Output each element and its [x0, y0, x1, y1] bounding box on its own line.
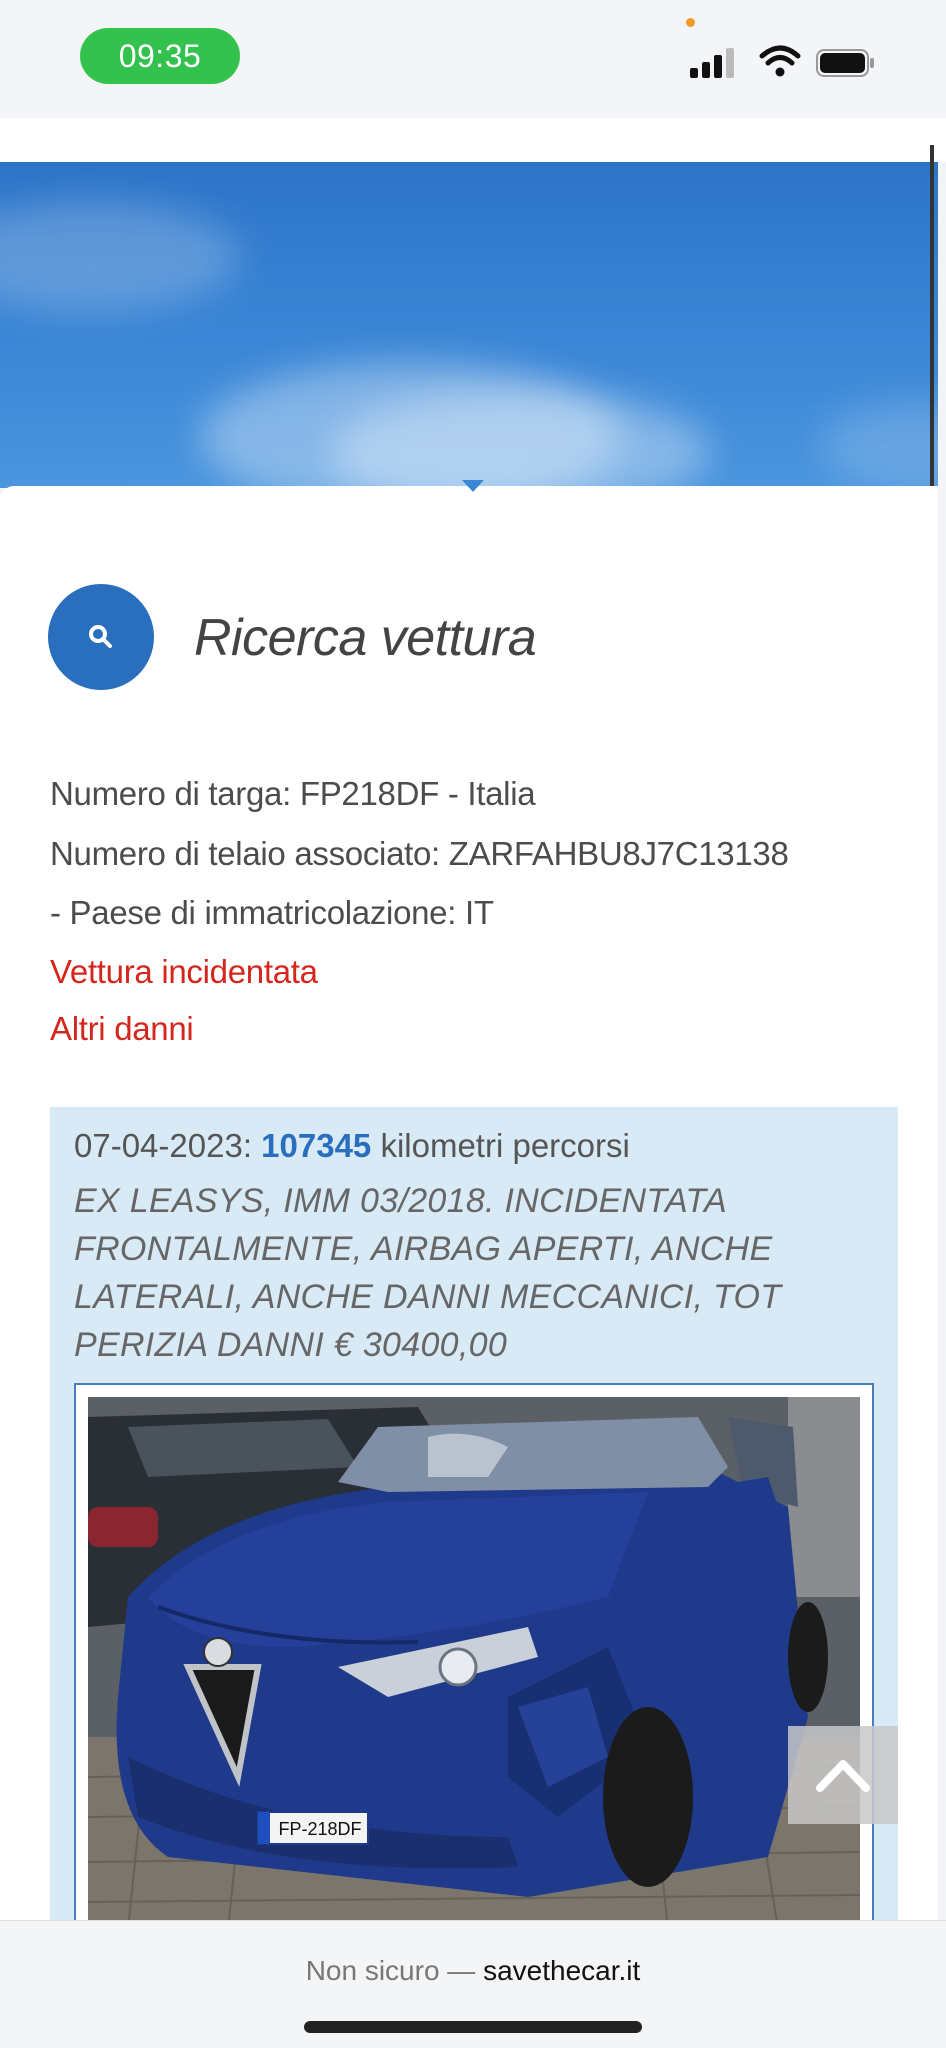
- damage-photo: FP-218DF: [88, 1397, 860, 1929]
- status-bar: 09:35: [0, 0, 946, 118]
- status-time: 09:35: [80, 28, 240, 84]
- record-header: 07-04-2023: 107345 kilometri percorsi: [74, 1127, 630, 1165]
- other-damage-flag: Altri danni: [50, 1010, 194, 1047]
- scrollbar-indicator[interactable]: [930, 145, 934, 490]
- record-km: 107345: [261, 1127, 372, 1164]
- privacy-indicator-dot: [686, 18, 695, 27]
- battery-icon: [816, 49, 874, 77]
- address-text[interactable]: Non sicuro — savethecar.it: [0, 1955, 946, 1987]
- damage-photo-frame[interactable]: FP-218DF: [74, 1383, 874, 1943]
- cellular-signal-icon: [690, 48, 734, 78]
- photo-license-plate: FP-218DF: [278, 1819, 361, 1839]
- hero-banner: [0, 162, 938, 488]
- browser-address-bar[interactable]: Non sicuro — savethecar.it: [0, 1920, 946, 2048]
- insecure-label: Non sicuro: [305, 1955, 440, 1986]
- accident-flag: Vettura incidentata: [50, 953, 318, 990]
- chevron-up-icon: [816, 1760, 870, 1792]
- wifi-icon: [759, 45, 801, 77]
- section-title: Ricerca vettura: [194, 609, 537, 667]
- record-separator: :: [242, 1127, 262, 1164]
- search-icon: [48, 584, 154, 690]
- vin-line: Numero di telaio associato: ZARFAHBU8J7C…: [50, 835, 789, 872]
- record-km-suffix: kilometri percorsi: [371, 1127, 630, 1164]
- site-header-strip: [0, 118, 946, 162]
- home-indicator[interactable]: [304, 2021, 642, 2033]
- plate-number-line: Numero di targa: FP218DF - Italia: [50, 775, 536, 812]
- address-domain: savethecar.it: [483, 1955, 641, 1986]
- history-record: 07-04-2023: 107345 kilometri percorsi EX…: [50, 1107, 898, 1943]
- record-date: 07-04-2023: [74, 1127, 243, 1164]
- country-line: - Paese di immatricolazione: IT: [50, 894, 494, 931]
- scroll-to-top-button[interactable]: [788, 1726, 898, 1824]
- address-dash: —: [439, 1955, 484, 1986]
- record-description: EX LEASYS, IMM 03/2018. INCIDENTATA FRON…: [74, 1182, 782, 1364]
